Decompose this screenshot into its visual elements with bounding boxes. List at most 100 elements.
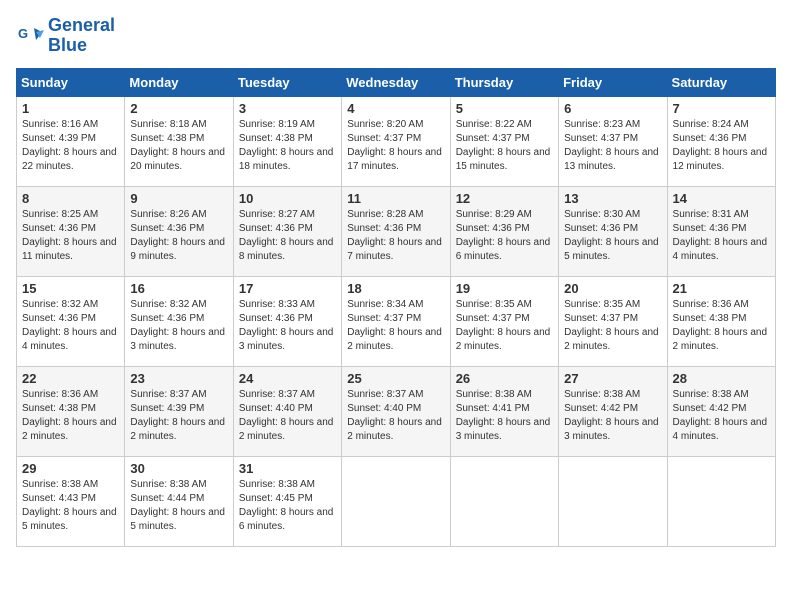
day-number: 8: [22, 191, 119, 206]
day-number: 22: [22, 371, 119, 386]
calendar-cell: 27 Sunrise: 8:38 AMSunset: 4:42 PMDayligh…: [559, 366, 667, 456]
day-info: Sunrise: 8:30 AMSunset: 4:36 PMDaylight:…: [564, 208, 661, 264]
weekday-header-saturday: Saturday: [667, 68, 775, 96]
calendar-cell: 25Sunrise: 8:37 AMSunset: 4:40 PMDayligh…: [342, 366, 450, 456]
calendar-cell: [342, 456, 450, 546]
day-number: 26: [456, 371, 553, 386]
day-info: Sunrise: 8:38 AMSunset: 4:45 PMDaylight:…: [239, 478, 336, 534]
day-number: 7: [673, 101, 770, 116]
day-info: Sunrise: 8:22 AMSunset: 4:37 PMDaylight:…: [456, 118, 553, 174]
day-number: 1: [22, 101, 119, 116]
day-info: Sunrise: 8:25 AMSunset: 4:36 PMDaylight:…: [22, 208, 119, 264]
day-info: Sunrise: 8:32 AMSunset: 4:36 PMDaylight:…: [130, 298, 227, 354]
day-info: Sunrise: 8:29 AMSunset: 4:36 PMDaylight:…: [456, 208, 553, 264]
calendar-cell: 6 Sunrise: 8:23 AMSunset: 4:37 PMDaylight…: [559, 96, 667, 186]
calendar-cell: 9 Sunrise: 8:26 AMSunset: 4:36 PMDaylight…: [125, 186, 233, 276]
calendar-cell: 21 Sunrise: 8:36 AMSunset: 4:38 PMDayligh…: [667, 276, 775, 366]
day-number: 31: [239, 461, 336, 476]
calendar-cell: 15 Sunrise: 8:32 AMSunset: 4:36 PMDayligh…: [17, 276, 125, 366]
calendar-cell: 4 Sunrise: 8:20 AMSunset: 4:37 PMDaylight…: [342, 96, 450, 186]
calendar-cell: 31 Sunrise: 8:38 AMSunset: 4:45 PMDayligh…: [233, 456, 341, 546]
calendar-cell: 2 Sunrise: 8:18 AMSunset: 4:38 PMDaylight…: [125, 96, 233, 186]
day-info: Sunrise: 8:38 AMSunset: 4:42 PMDaylight:…: [673, 388, 770, 444]
weekday-header-row: SundayMondayTuesdayWednesdayThursdayFrid…: [17, 68, 776, 96]
day-info: Sunrise: 8:33 AMSunset: 4:36 PMDaylight:…: [239, 298, 336, 354]
day-number: 11: [347, 191, 444, 206]
calendar-week-row: 29 Sunrise: 8:38 AMSunset: 4:43 PMDayligh…: [17, 456, 776, 546]
day-info: Sunrise: 8:35 AMSunset: 4:37 PMDaylight:…: [456, 298, 553, 354]
day-info: Sunrise: 8:26 AMSunset: 4:36 PMDaylight:…: [130, 208, 227, 264]
day-info: Sunrise: 8:23 AMSunset: 4:37 PMDaylight:…: [564, 118, 661, 174]
calendar-cell: 5 Sunrise: 8:22 AMSunset: 4:37 PMDaylight…: [450, 96, 558, 186]
calendar-cell: 24 Sunrise: 8:37 AMSunset: 4:40 PMDayligh…: [233, 366, 341, 456]
calendar-cell: [559, 456, 667, 546]
day-info: Sunrise: 8:19 AMSunset: 4:38 PMDaylight:…: [239, 118, 336, 174]
day-info: Sunrise: 8:32 AMSunset: 4:36 PMDaylight:…: [22, 298, 119, 354]
day-number: 2: [130, 101, 227, 116]
day-number: 4: [347, 101, 444, 116]
day-number: 3: [239, 101, 336, 116]
day-number: 20: [564, 281, 661, 296]
day-number: 12: [456, 191, 553, 206]
day-info: Sunrise: 8:36 AMSunset: 4:38 PMDaylight:…: [673, 298, 770, 354]
calendar-cell: 13 Sunrise: 8:30 AMSunset: 4:36 PMDayligh…: [559, 186, 667, 276]
calendar-cell: 18Sunrise: 8:34 AMSunset: 4:37 PMDayligh…: [342, 276, 450, 366]
calendar-cell: 19Sunrise: 8:35 AMSunset: 4:37 PMDayligh…: [450, 276, 558, 366]
day-number: 24: [239, 371, 336, 386]
day-info: Sunrise: 8:28 AMSunset: 4:36 PMDaylight:…: [347, 208, 444, 264]
calendar-cell: 16Sunrise: 8:32 AMSunset: 4:36 PMDayligh…: [125, 276, 233, 366]
day-number: 29: [22, 461, 119, 476]
day-info: Sunrise: 8:38 AMSunset: 4:44 PMDaylight:…: [130, 478, 227, 534]
day-number: 15: [22, 281, 119, 296]
day-info: Sunrise: 8:20 AMSunset: 4:37 PMDaylight:…: [347, 118, 444, 174]
day-info: Sunrise: 8:24 AMSunset: 4:36 PMDaylight:…: [673, 118, 770, 174]
calendar-week-row: 15 Sunrise: 8:32 AMSunset: 4:36 PMDayligh…: [17, 276, 776, 366]
day-info: Sunrise: 8:35 AMSunset: 4:37 PMDaylight:…: [564, 298, 661, 354]
weekday-header-tuesday: Tuesday: [233, 68, 341, 96]
weekday-header-thursday: Thursday: [450, 68, 558, 96]
page-container: G General Blue SundayMondayTuesdayWednes…: [16, 16, 776, 547]
calendar-cell: 30Sunrise: 8:38 AMSunset: 4:44 PMDayligh…: [125, 456, 233, 546]
calendar-cell: 17 Sunrise: 8:33 AMSunset: 4:36 PMDayligh…: [233, 276, 341, 366]
day-info: Sunrise: 8:16 AMSunset: 4:39 PMDaylight:…: [22, 118, 119, 174]
calendar-cell: 1 Sunrise: 8:16 AMSunset: 4:39 PMDaylight…: [17, 96, 125, 186]
calendar-cell: [667, 456, 775, 546]
calendar-cell: 29 Sunrise: 8:38 AMSunset: 4:43 PMDayligh…: [17, 456, 125, 546]
day-info: Sunrise: 8:36 AMSunset: 4:38 PMDaylight:…: [22, 388, 119, 444]
calendar-cell: 10 Sunrise: 8:27 AMSunset: 4:36 PMDayligh…: [233, 186, 341, 276]
day-number: 6: [564, 101, 661, 116]
day-info: Sunrise: 8:18 AMSunset: 4:38 PMDaylight:…: [130, 118, 227, 174]
day-info: Sunrise: 8:38 AMSunset: 4:43 PMDaylight:…: [22, 478, 119, 534]
calendar-table: SundayMondayTuesdayWednesdayThursdayFrid…: [16, 68, 776, 547]
day-number: 17: [239, 281, 336, 296]
day-number: 14: [673, 191, 770, 206]
logo-icon: G: [16, 22, 44, 50]
calendar-cell: 12 Sunrise: 8:29 AMSunset: 4:36 PMDayligh…: [450, 186, 558, 276]
calendar-cell: 11 Sunrise: 8:28 AMSunset: 4:36 PMDayligh…: [342, 186, 450, 276]
calendar-cell: 20 Sunrise: 8:35 AMSunset: 4:37 PMDayligh…: [559, 276, 667, 366]
weekday-header-wednesday: Wednesday: [342, 68, 450, 96]
day-number: 27: [564, 371, 661, 386]
day-number: 10: [239, 191, 336, 206]
day-number: 21: [673, 281, 770, 296]
day-number: 28: [673, 371, 770, 386]
calendar-cell: 26 Sunrise: 8:38 AMSunset: 4:41 PMDayligh…: [450, 366, 558, 456]
day-info: Sunrise: 8:38 AMSunset: 4:41 PMDaylight:…: [456, 388, 553, 444]
header: G General Blue: [16, 16, 776, 56]
day-number: 25: [347, 371, 444, 386]
day-info: Sunrise: 8:34 AMSunset: 4:37 PMDaylight:…: [347, 298, 444, 354]
svg-text:G: G: [18, 26, 28, 41]
day-number: 13: [564, 191, 661, 206]
calendar-cell: [450, 456, 558, 546]
day-info: Sunrise: 8:37 AMSunset: 4:40 PMDaylight:…: [239, 388, 336, 444]
day-number: 9: [130, 191, 227, 206]
day-number: 5: [456, 101, 553, 116]
calendar-cell: 8 Sunrise: 8:25 AMSunset: 4:36 PMDaylight…: [17, 186, 125, 276]
calendar-week-row: 8 Sunrise: 8:25 AMSunset: 4:36 PMDaylight…: [17, 186, 776, 276]
day-info: Sunrise: 8:38 AMSunset: 4:42 PMDaylight:…: [564, 388, 661, 444]
day-info: Sunrise: 8:27 AMSunset: 4:36 PMDaylight:…: [239, 208, 336, 264]
calendar-cell: 3 Sunrise: 8:19 AMSunset: 4:38 PMDaylight…: [233, 96, 341, 186]
day-number: 23: [130, 371, 227, 386]
calendar-cell: 28 Sunrise: 8:38 AMSunset: 4:42 PMDayligh…: [667, 366, 775, 456]
calendar-week-row: 22 Sunrise: 8:36 AMSunset: 4:38 PMDayligh…: [17, 366, 776, 456]
